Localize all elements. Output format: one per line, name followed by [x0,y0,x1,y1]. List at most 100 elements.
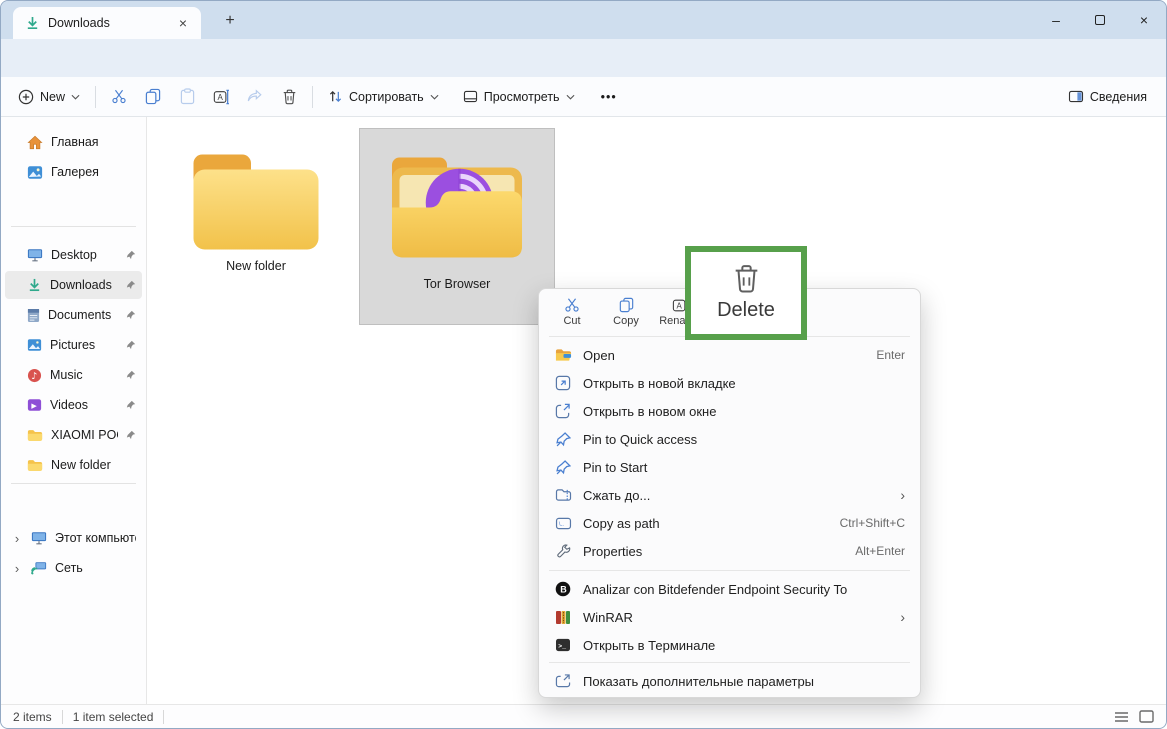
more-options-button[interactable]: ••• [592,82,626,112]
close-button[interactable]: × [1122,1,1166,39]
sidebar-item-new-folder[interactable]: New folder [5,451,142,479]
tor-browser-folder-icon [382,137,532,283]
view-icon [463,90,478,103]
status-divider [163,710,164,724]
sort-button[interactable]: Сортировать [319,82,448,112]
svg-text:A: A [217,93,223,102]
thumbnail-view-icon [1139,710,1154,723]
new-plus-icon [18,89,34,105]
tab-downloads[interactable]: Downloads × [13,7,201,39]
sidebar-item-this-pc[interactable]: › Этот компьютер [5,524,142,552]
list-view-icon [1114,711,1129,723]
menu-item-pin-to-start[interactable]: Pin to Start [544,453,915,481]
trash-icon [733,264,760,294]
open-new-tab-icon [555,375,571,391]
view-button[interactable]: Просмотреть [454,82,584,112]
sidebar-item-gallery[interactable]: Галерея [5,158,142,186]
folder-icon [181,127,331,277]
submenu-chevron-icon: › [900,487,905,503]
share-button[interactable] [238,82,272,112]
file-tile-new-folder[interactable]: New folder [171,127,341,329]
sidebar-item-pictures[interactable]: Pictures [5,331,142,359]
sidebar-item-downloads[interactable]: Downloads [5,271,142,299]
title-bar: Downloads × + – × [1,1,1166,39]
minimize-button[interactable]: – [1034,1,1078,39]
sidebar-item-network[interactable]: › Сеть [5,554,142,582]
tab-close-button[interactable]: × [173,13,193,33]
menu-item-show-more-options[interactable]: Показать дополнительные параметры [544,667,915,695]
quick-copy-button[interactable]: Copy [603,291,649,333]
toolbar-divider [312,86,313,108]
status-divider [62,710,63,724]
new-tab-button[interactable]: + [217,10,243,32]
file-tile-tor-browser[interactable]: Tor Browser [359,128,555,325]
pin-icon [126,340,136,350]
sidebar-item-xiaomi-poco[interactable]: XIAOMI POCO F [5,421,142,449]
download-icon [25,16,40,31]
file-name: Tor Browser [424,277,491,291]
pin-icon [556,460,571,475]
command-toolbar: New [1,77,1166,117]
menu-item-open[interactable]: Open Enter [544,341,915,369]
open-new-window-icon [555,403,571,419]
new-button-label: New [40,90,65,104]
details-pane-button[interactable]: Сведения [1059,82,1156,112]
toolbar-divider [95,86,96,108]
delete-highlight-annotation[interactable]: Delete [685,246,807,340]
selected-count: 1 item selected [73,710,154,724]
folder-icon [27,459,43,472]
tab-title: Downloads [48,16,165,30]
large-icons-view-toggle[interactable] [1139,710,1154,723]
menu-separator [549,570,910,571]
zip-folder-icon [555,488,572,502]
gallery-icon [27,165,43,180]
paste-button[interactable] [170,82,204,112]
maximize-button[interactable] [1078,1,1122,39]
menu-item-bitdefender-scan[interactable]: B Analizar con Bitdefender Endpoint Secu… [544,575,915,603]
share-icon [247,89,263,104]
menu-item-pin-quick-access[interactable]: Pin to Quick access [544,425,915,453]
download-icon [27,278,42,293]
sidebar-item-videos[interactable]: ▶ Videos [5,391,142,419]
sidebar-item-music[interactable]: ♪ Music [5,361,142,389]
menu-item-open-new-window[interactable]: Открыть в новом окне [544,397,915,425]
sidebar-divider [11,483,136,484]
pictures-icon [27,338,42,352]
quick-cut-button[interactable]: Cut [549,291,595,333]
sidebar-item-documents[interactable]: Documents [5,301,142,329]
winrar-icon [555,610,571,625]
cut-icon [564,297,580,313]
navigation-sidebar: Главная Галерея Desktop [1,117,147,704]
rename-icon: A [213,89,229,105]
cut-button[interactable] [102,82,136,112]
expander-icon[interactable]: › [11,561,23,576]
delete-button[interactable] [272,82,306,112]
sort-button-label: Сортировать [349,90,424,104]
pin-icon [556,432,571,447]
copy-button[interactable] [136,82,170,112]
open-folder-icon [555,348,572,362]
menu-item-open-in-terminal[interactable]: >_ Открыть в Терминале [544,631,915,659]
menu-item-compress-to[interactable]: Сжать до... › [544,481,915,509]
rename-button[interactable]: A [204,82,238,112]
menu-item-winrar[interactable]: WinRAR › [544,603,915,631]
menu-item-open-new-tab[interactable]: Открыть в новой вкладке [544,369,915,397]
music-icon: ♪ [27,368,42,383]
svg-text:♪: ♪ [31,370,37,381]
details-view-toggle[interactable] [1114,711,1129,723]
menu-item-copy-as-path[interactable]: \.. Copy as path Ctrl+Shift+C [544,509,915,537]
annotation-label: Delete [717,299,775,322]
this-pc-icon [31,531,47,545]
expander-icon[interactable]: › [11,531,23,546]
terminal-icon: >_ [555,638,571,652]
sidebar-item-home[interactable]: Главная [5,128,142,156]
home-icon [27,135,43,150]
menu-item-properties[interactable]: Properties Alt+Enter [544,537,915,565]
new-button[interactable]: New [9,82,89,112]
cut-icon [111,88,127,105]
menu-separator [549,662,910,663]
chevron-down-icon [430,94,439,100]
view-button-label: Просмотреть [484,90,560,104]
bitdefender-icon: B [555,581,571,597]
sidebar-item-desktop[interactable]: Desktop [5,241,142,269]
